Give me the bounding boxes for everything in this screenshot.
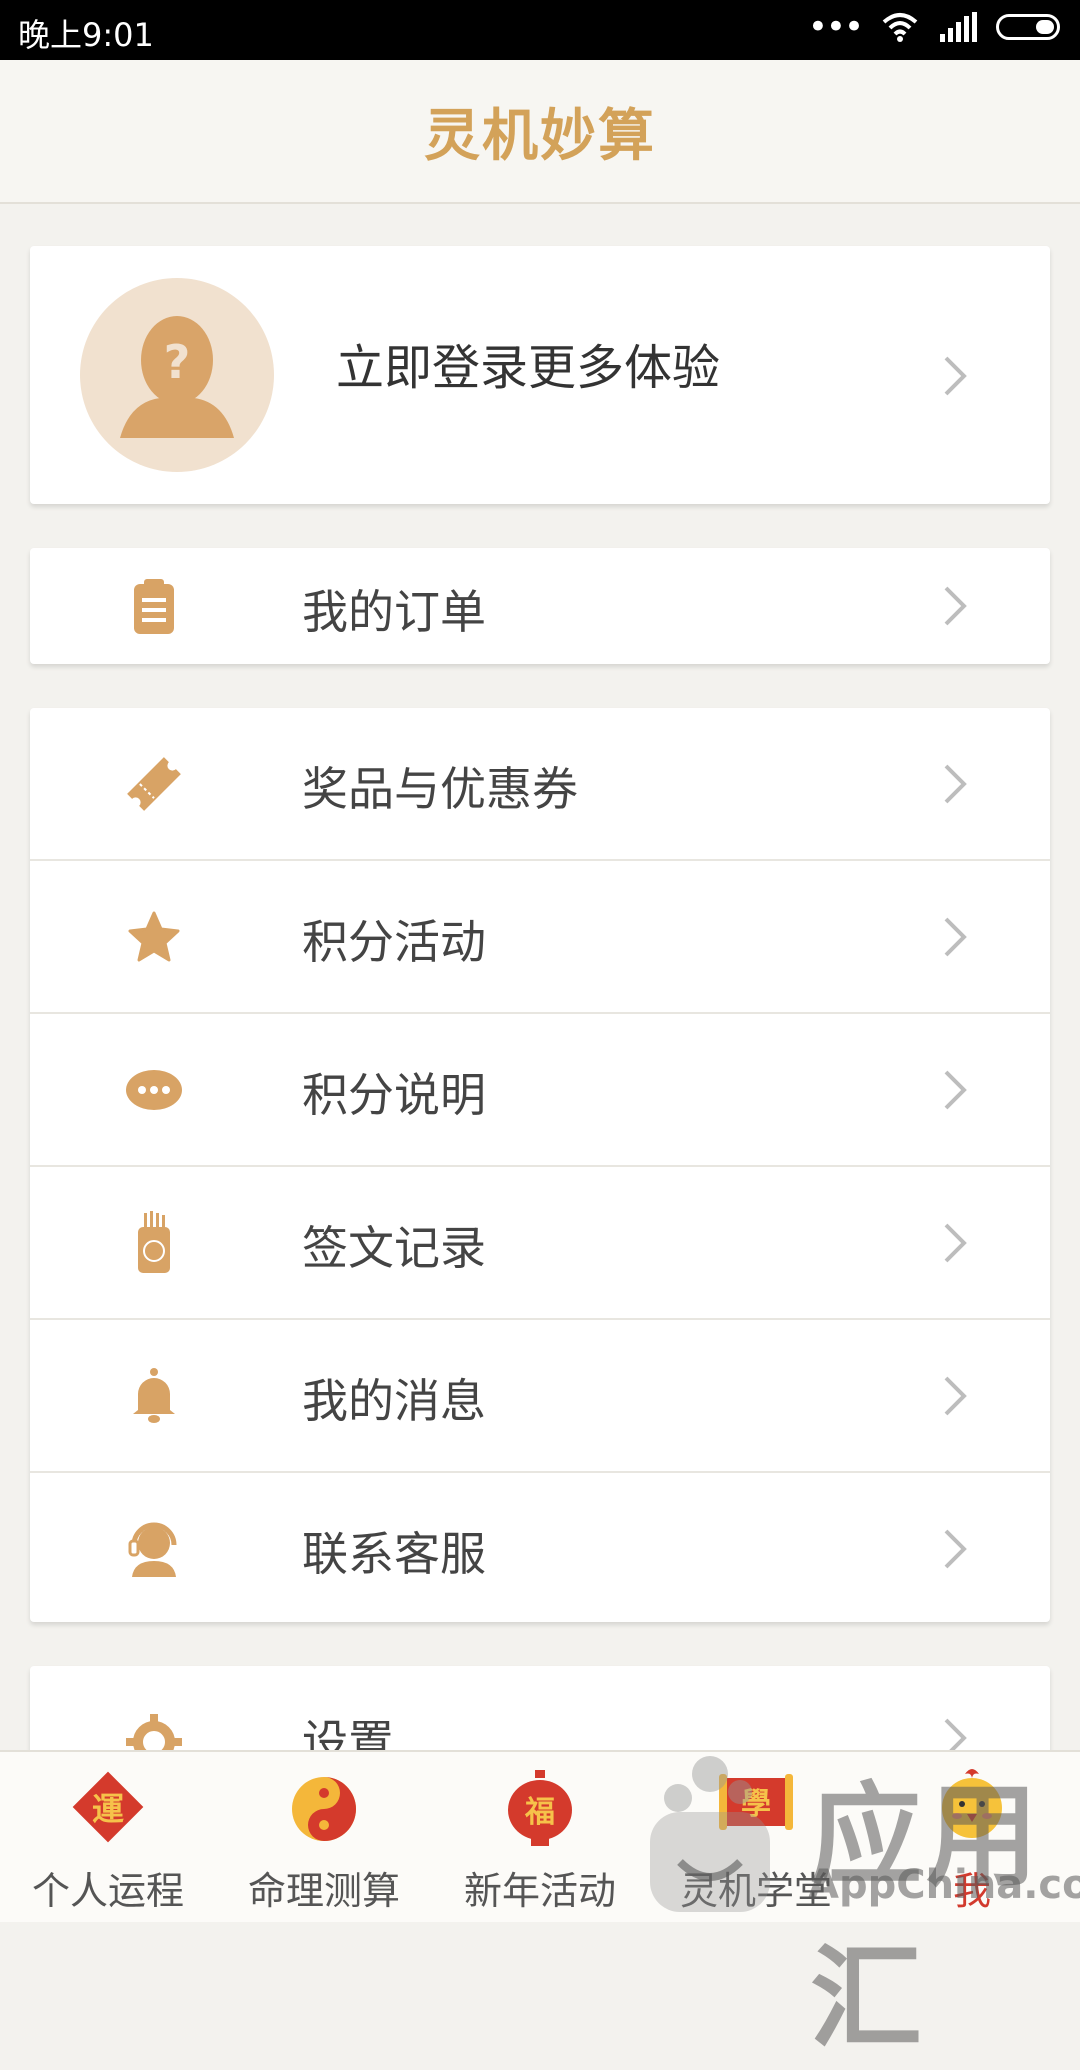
app-header: 灵机妙算: [0, 60, 1080, 204]
tab-label: 命理测算: [247, 1869, 400, 1913]
wifi-icon: [882, 13, 918, 42]
chick-icon: [942, 1769, 1002, 1838]
menu-item-label: 积分活动: [302, 915, 486, 969]
menu-item-label: 奖品与优惠券: [302, 762, 578, 816]
headset-icon: [128, 1522, 177, 1577]
unknown-user-icon: ?: [80, 278, 274, 472]
status-time: 晚上9:01: [18, 16, 154, 54]
scroll-icon: 學: [719, 1774, 793, 1830]
tab-label: 我: [952, 1869, 991, 1913]
menu-item-fortune-records[interactable]: 签文记录: [30, 1167, 1050, 1320]
status-bar: 晚上9:01 •••: [0, 0, 1080, 60]
menu-item-label: 我的订单: [302, 585, 486, 639]
chevron-right-icon: [944, 356, 967, 396]
lantern-icon: 福: [508, 1770, 572, 1846]
menu-item-coupons[interactable]: 奖品与优惠券: [30, 708, 1050, 861]
menu-item-orders[interactable]: 我的订单: [30, 548, 1050, 664]
fortune-sticks-icon: [138, 1211, 170, 1273]
orders-card: 我的订单: [30, 548, 1050, 664]
svg-text:運: 運: [92, 1790, 124, 1828]
chevron-right-icon: [944, 586, 967, 626]
menu-item-points-activity[interactable]: 积分活动: [30, 861, 1050, 1014]
tab-personal-fortune[interactable]: 運 个人运程: [0, 1752, 216, 1922]
login-prompt: 立即登录更多体验: [336, 340, 721, 396]
chat-bubble-icon: [126, 1070, 182, 1110]
tab-destiny-calc[interactable]: 命理测算: [216, 1752, 432, 1922]
tab-me[interactable]: 我: [864, 1752, 1080, 1922]
bottom-tab-bar: 運 个人运程 命理测算 福 新年活动 學 灵机学堂 我: [0, 1750, 1080, 1922]
chevron-right-icon: [944, 764, 967, 804]
svg-text:學: 學: [741, 1787, 771, 1822]
menu-list: 奖品与优惠券 积分活动 积分说明 签文记录 我的消息 联系客服: [30, 708, 1050, 1622]
yin-yang-icon: [292, 1777, 356, 1841]
signal-icon: [940, 12, 977, 42]
star-icon: [128, 911, 180, 962]
menu-item-customer-service[interactable]: 联系客服: [30, 1473, 1050, 1624]
menu-item-points-info[interactable]: 积分说明: [30, 1014, 1050, 1167]
clipboard-icon: [134, 579, 174, 634]
menu-item-label: 联系客服: [302, 1527, 486, 1581]
tab-label: 个人运程: [31, 1869, 184, 1913]
tab-academy[interactable]: 學 灵机学堂: [648, 1752, 864, 1922]
chevron-right-icon: [944, 1223, 967, 1263]
status-icons: •••: [807, 7, 1060, 47]
menu-item-label: 我的消息: [302, 1374, 486, 1428]
chevron-right-icon: [944, 1376, 967, 1416]
chevron-right-icon: [944, 1070, 967, 1110]
menu-item-label: 签文记录: [302, 1221, 486, 1275]
ticket-icon: [127, 757, 181, 811]
tab-label: 新年活动: [463, 1869, 616, 1913]
more-dots-icon: •••: [807, 7, 864, 47]
bell-icon: [133, 1368, 175, 1423]
login-card[interactable]: ? 立即登录更多体验: [30, 246, 1050, 504]
chevron-right-icon: [944, 1529, 967, 1569]
tab-label: 灵机学堂: [679, 1869, 832, 1913]
menu-item-messages[interactable]: 我的消息: [30, 1320, 1050, 1473]
svg-text:福: 福: [524, 1795, 555, 1830]
svg-text:?: ?: [164, 335, 191, 389]
page-title: 灵机妙算: [424, 103, 656, 169]
fortune-diamond-icon: 運: [72, 1771, 144, 1843]
menu-item-label: 积分说明: [302, 1068, 486, 1122]
chevron-right-icon: [944, 917, 967, 957]
battery-icon: [996, 14, 1060, 40]
tab-new-year[interactable]: 福 新年活动: [432, 1752, 648, 1922]
